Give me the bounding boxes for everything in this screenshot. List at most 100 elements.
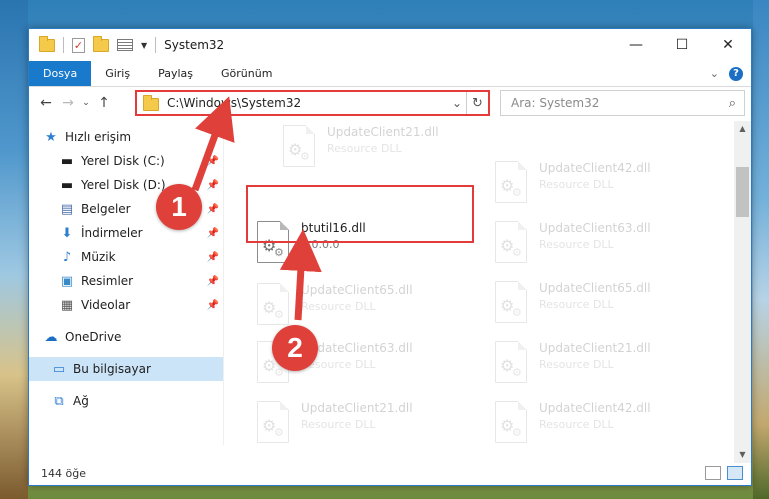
address-bar[interactable]: C:\Windows\System32 ⌄ ↻ — [135, 90, 490, 116]
dll-file-icon: ⚙ ⚙ — [495, 281, 527, 323]
title-bar: ✓ ▼ System32 — ☐ ✕ — [29, 29, 751, 61]
scroll-thumb[interactable] — [736, 167, 749, 217]
dll-file-icon: ⚙ ⚙ — [495, 401, 527, 443]
toolbar-divider — [63, 37, 64, 53]
quick-access-toolbar: ✓ ▼ — [29, 35, 157, 53]
videos-icon: ▦ — [60, 297, 74, 313]
status-bar: 144 öğe — [29, 461, 751, 485]
file-type: Resource DLL — [301, 418, 376, 431]
file-type: Resource DLL — [301, 358, 376, 371]
file-name: UpdateClient21.dll — [539, 341, 651, 355]
scroll-up-arrow-icon[interactable]: ▲ — [734, 121, 751, 137]
file-item[interactable]: ⚙ ⚙ UpdateClient42.dll Resource DLL — [489, 157, 709, 211]
sidebar-item-videos[interactable]: ▦ Videolar 📌 — [29, 293, 223, 317]
tab-share[interactable]: Paylaş — [144, 61, 207, 86]
address-dropdown-chevron-icon[interactable]: ⌄ — [452, 96, 462, 110]
file-item[interactable]: ⚙ ⚙ UpdateClient21.dll Resource DLL — [251, 397, 471, 451]
computer-icon: ▭ — [52, 361, 66, 377]
search-icon[interactable]: ⌕ — [729, 96, 736, 111]
customize-toolbar-chevron-icon[interactable]: ▼ — [141, 41, 147, 50]
search-placeholder: Ara: System32 — [511, 96, 600, 110]
pictures-icon: ▣ — [60, 273, 74, 289]
sidebar-item-label: Bu bilgisayar — [73, 362, 151, 376]
sidebar-item-onedrive[interactable]: ☁ OneDrive — [29, 325, 223, 349]
details-view-icon[interactable] — [705, 466, 721, 480]
file-item[interactable]: ⚙ ⚙ UpdateClient42.dll Resource DLL — [489, 397, 709, 451]
file-item[interactable]: ⚙ ⚙ UpdateClient65.dll Resource DLL — [251, 279, 471, 333]
expand-ribbon-chevron-icon[interactable]: ⌄ — [710, 67, 719, 80]
explorer-window: ✓ ▼ System32 — ☐ ✕ Dosya Giriş Paylaş Gö… — [28, 28, 752, 486]
toolbar-divider — [155, 37, 157, 53]
sidebar-item-downloads[interactable]: ⬇ İndirmeler 📌 — [29, 221, 223, 245]
pin-icon[interactable]: 📌 — [207, 300, 219, 311]
recent-locations-chevron-icon[interactable]: ⌄ — [79, 98, 93, 108]
view-options-icon[interactable] — [117, 39, 133, 51]
sidebar-item-music[interactable]: ♪ Müzik 📌 — [29, 245, 223, 269]
file-name: UpdateClient63.dll — [539, 221, 651, 235]
sidebar-item-this-pc[interactable]: ▭ Bu bilgisayar — [29, 357, 223, 381]
sidebar-item-label: Resimler — [81, 274, 134, 288]
maximize-button[interactable]: ☐ — [659, 29, 705, 61]
desktop-wallpaper-right — [753, 0, 769, 499]
file-item[interactable]: ⚙ ⚙ UpdateClient65.dll Resource DLL — [489, 277, 709, 331]
dll-file-icon: ⚙ ⚙ — [495, 221, 527, 263]
tab-file[interactable]: Dosya — [29, 61, 92, 86]
file-name: UpdateClient65.dll — [301, 283, 413, 297]
close-button[interactable]: ✕ — [705, 29, 751, 61]
file-type: Resource DLL — [539, 178, 614, 191]
file-type: Resource DLL — [539, 238, 614, 251]
dll-file-icon: ⚙ ⚙ — [283, 125, 315, 167]
back-arrow-icon[interactable]: ← — [35, 95, 57, 111]
pin-icon[interactable]: 📌 — [207, 276, 219, 287]
item-count: 144 öğe — [41, 466, 86, 480]
music-icon: ♪ — [62, 249, 72, 265]
sidebar-item-label: Videolar — [81, 298, 131, 312]
search-input[interactable]: Ara: System32 ⌕ — [500, 90, 745, 116]
sidebar-item-pictures[interactable]: ▣ Resimler 📌 — [29, 269, 223, 293]
star-icon: ★ — [45, 129, 57, 145]
file-type: Resource DLL — [539, 358, 614, 371]
help-icon[interactable]: ? — [729, 66, 743, 81]
ribbon-tabs: Dosya Giriş Paylaş Görünüm ⌄ ? — [29, 61, 751, 87]
dll-file-icon: ⚙ ⚙ — [495, 161, 527, 203]
new-folder-icon[interactable] — [93, 35, 109, 52]
refresh-icon[interactable]: ↻ — [466, 92, 488, 114]
file-name: UpdateClient42.dll — [539, 161, 651, 175]
step-marker-2: 2 — [272, 325, 318, 371]
pin-icon[interactable]: 📌 — [207, 228, 219, 239]
tab-view[interactable]: Görünüm — [207, 61, 286, 86]
file-item[interactable]: ⚙ ⚙ UpdateClient21.dll Resource DLL — [277, 121, 497, 175]
sidebar-item-drive-c[interactable]: ▬ Yerel Disk (C:) 📌 — [29, 149, 223, 173]
desktop-wallpaper-left — [0, 0, 28, 499]
dll-file-icon: ⚙ ⚙ — [257, 401, 289, 443]
file-item[interactable]: ⚙ ⚙ UpdateClient63.dll Resource DLL — [489, 217, 709, 271]
sidebar-item-network[interactable]: ⧉ Ağ — [29, 389, 223, 413]
pin-icon[interactable]: 📌 — [207, 156, 219, 167]
download-icon: ⬇ — [61, 225, 73, 241]
properties-icon[interactable]: ✓ — [72, 37, 85, 53]
network-icon: ⧉ — [54, 393, 64, 409]
file-name: UpdateClient65.dll — [539, 281, 651, 295]
pin-icon[interactable]: 📌 — [207, 180, 219, 191]
sidebar-item-label: Yerel Disk (C:) — [81, 154, 165, 168]
sidebar-item-label: Ağ — [73, 394, 89, 408]
pane-divider — [223, 125, 224, 445]
file-name: UpdateClient42.dll — [539, 401, 651, 415]
minimize-button[interactable]: — — [613, 29, 659, 61]
sidebar-item-label: Hızlı erişim — [65, 130, 132, 144]
pin-icon[interactable]: 📌 — [207, 204, 219, 215]
sidebar-item-label: Yerel Disk (D:) — [81, 178, 166, 192]
sidebar-item-quick-access[interactable]: ★ Hızlı erişim — [29, 125, 223, 149]
address-path: C:\Windows\System32 — [167, 96, 302, 110]
pin-icon[interactable]: 📌 — [207, 252, 219, 263]
sidebar-item-label: OneDrive — [65, 330, 122, 344]
step-marker-1: 1 — [156, 184, 202, 230]
up-arrow-icon[interactable]: ↑ — [93, 95, 115, 111]
file-item[interactable]: ⚙ ⚙ UpdateClient21.dll Resource DLL — [489, 337, 709, 391]
vertical-scrollbar[interactable]: ▲ ▼ — [734, 121, 751, 463]
selected-file-highlight — [246, 185, 474, 243]
tab-home[interactable]: Giriş — [91, 61, 144, 86]
sidebar-item-label: İndirmeler — [81, 226, 143, 240]
tiles-view-icon[interactable] — [727, 466, 743, 480]
forward-arrow-icon[interactable]: → — [57, 95, 79, 111]
